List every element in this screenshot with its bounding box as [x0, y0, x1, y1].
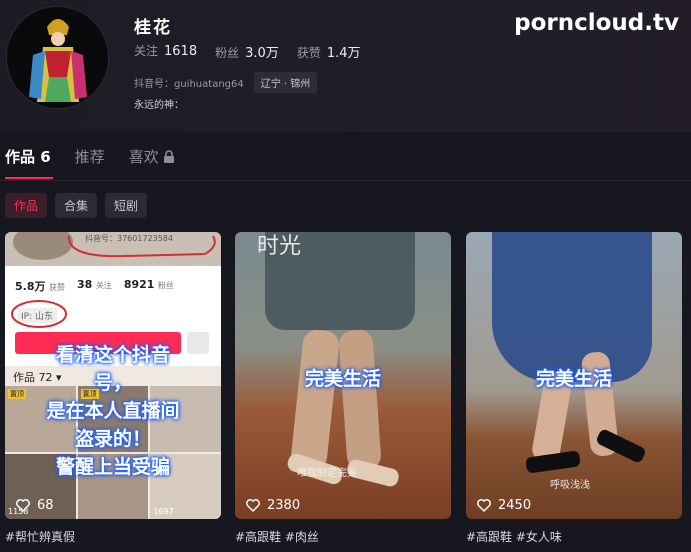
- heart-icon: [477, 499, 491, 513]
- location-badge: 辽宁 · 锦州: [253, 72, 318, 93]
- video-caption[interactable]: #高跟鞋 #女人味: [466, 528, 562, 545]
- overlay-line: 号，: [93, 372, 132, 394]
- overlay-line: 看清这个抖音: [55, 344, 170, 366]
- like-count: 2450: [498, 497, 532, 513]
- script-text: 呼吸浅浅: [550, 480, 590, 491]
- video-card[interactable]: 时光 完美生活 唯我制定完美 2380: [235, 232, 451, 519]
- active-tab-indicator: [5, 177, 53, 179]
- stat-following[interactable]: 关注 1618: [134, 42, 197, 61]
- watermark: porncloud.tv: [514, 10, 679, 36]
- overlay-title: 完美生活: [535, 368, 612, 390]
- inner-thumb-likes: 1697: [153, 507, 174, 516]
- filter-short-drama[interactable]: 短剧: [105, 193, 148, 218]
- stat-label: 粉丝: [215, 46, 240, 60]
- tab-label: 喜欢: [128, 148, 159, 166]
- video-card[interactable]: 抖音号：37601723584 5.8万 获赞 38 关注 8921 粉丝 IP…: [5, 232, 221, 519]
- inner-stat-label: 关注: [95, 281, 112, 290]
- heart-icon: [246, 499, 260, 513]
- stat-label: 获赞: [296, 46, 321, 60]
- profile-tabs: 作品 6 推荐 喜欢: [5, 146, 175, 167]
- tab-label: 作品 6: [5, 148, 51, 166]
- overlay-line: 是在本人直播间: [46, 400, 180, 422]
- stat-label: 关注: [134, 44, 159, 58]
- profile-name: 桂花: [134, 18, 172, 38]
- overlay-line: 警醒上当受骗: [55, 456, 170, 478]
- like-count: 68: [37, 497, 54, 513]
- profile-header: 桂花 关注 1618 粉丝 3.0万 获赞 1.4万 抖音号：guihuatang64…: [0, 0, 691, 132]
- profile-bio: 永远的神：: [134, 100, 184, 111]
- video-caption[interactable]: #高跟鞋 #肉丝: [235, 528, 319, 545]
- overlay-title: 完美生活: [304, 368, 381, 390]
- like-count: 2380: [267, 497, 301, 513]
- video-likes: 2380: [245, 497, 300, 513]
- stat-value: 1.4万: [326, 46, 361, 61]
- inner-stat-value: 38: [77, 278, 93, 291]
- profile-stats: 关注 1618 粉丝 3.0万 获赞 1.4万: [134, 42, 361, 61]
- video-caption[interactable]: #帮忙辨真假: [5, 528, 75, 545]
- douyin-id: 抖音号：guihuatang64: [134, 79, 244, 90]
- filter-chips: 作品 合集 短剧: [5, 193, 148, 218]
- stat-likes: 获赞 1.4万: [297, 42, 361, 61]
- video-likes: 2450: [476, 497, 531, 513]
- heart-icon: [16, 499, 30, 513]
- stat-value: 1618: [164, 44, 198, 59]
- inner-stat-value: 5.8万: [15, 280, 46, 293]
- tab-likes[interactable]: 喜欢: [129, 146, 175, 167]
- video-card[interactable]: 完美生活 呼吸浅浅 2450: [466, 232, 682, 519]
- top-text: 时光: [257, 234, 302, 259]
- inner-stat-label: 粉丝: [157, 281, 174, 290]
- tab-works[interactable]: 作品 6: [5, 146, 51, 167]
- inner-stat-value: 8921: [123, 278, 155, 291]
- divider: [0, 180, 691, 181]
- tab-label: 推荐: [74, 148, 105, 166]
- avatar[interactable]: [6, 6, 109, 109]
- id-row: 抖音号：guihuatang64 辽宁 · 锦州: [134, 72, 318, 93]
- script-text: 唯我制定完美: [297, 468, 357, 479]
- filter-works[interactable]: 作品: [5, 193, 48, 218]
- stat-value: 3.0万: [245, 46, 279, 61]
- video-likes: 68: [15, 497, 54, 513]
- lock-icon: [163, 150, 174, 163]
- overlay-line: 盗录的！: [74, 428, 151, 450]
- inner-stat-label: 获赞: [49, 283, 65, 292]
- stat-followers[interactable]: 粉丝 3.0万: [215, 42, 279, 61]
- tab-recommend[interactable]: 推荐: [75, 146, 105, 167]
- filter-collections[interactable]: 合集: [55, 193, 98, 218]
